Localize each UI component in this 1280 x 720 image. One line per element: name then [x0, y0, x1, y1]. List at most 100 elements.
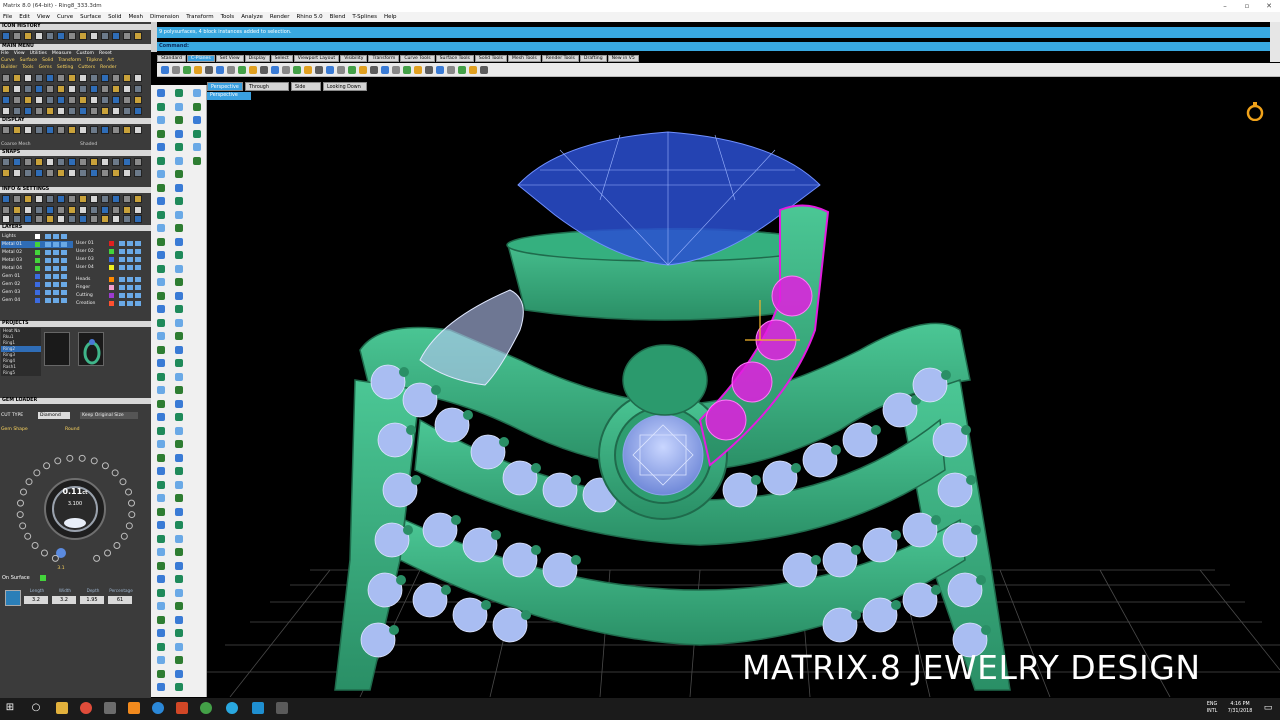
panel-tool-icon[interactable] [68, 126, 76, 134]
panel-tool-icon[interactable] [57, 85, 65, 93]
right-scroll-strip[interactable] [1270, 22, 1280, 62]
main-menu-row2[interactable]: Curve Surface Solid Transform Tilpkns Art [1, 57, 119, 64]
layer-row[interactable]: Cutting [75, 292, 149, 299]
side-tool-icon[interactable] [157, 89, 165, 97]
panel-tool-icon[interactable] [90, 32, 98, 40]
toolbar-icon[interactable] [260, 66, 268, 74]
layer-toggle-icon[interactable] [119, 285, 125, 290]
panel-tool-icon[interactable] [13, 32, 21, 40]
side-tool-icon[interactable] [157, 602, 165, 610]
taskbar-clock[interactable]: 4:16 PM 7/31/2018 [1223, 701, 1257, 715]
panel-tool-icon[interactable] [123, 74, 131, 82]
side-tool-icon[interactable] [175, 440, 183, 448]
side-tool-icon[interactable] [175, 669, 183, 678]
toolbar-icon[interactable] [282, 66, 290, 74]
main-menu-item[interactable]: Gems [39, 65, 52, 70]
panel-tool-icon[interactable] [123, 206, 131, 214]
main-menu-item[interactable]: Tilpkns [86, 58, 102, 63]
side-tool-icon[interactable] [175, 251, 183, 259]
layer-toggle-icon[interactable] [45, 250, 51, 255]
side-tool-icon[interactable] [157, 629, 165, 637]
main-menu-row1[interactable]: File View Utilities Measure Custom Reset [1, 50, 117, 57]
menu-item[interactable]: T-Splines [352, 14, 377, 20]
panel-tool-icon[interactable] [57, 74, 65, 82]
side-tool-icon[interactable] [157, 615, 165, 624]
menu-item[interactable]: Mesh [129, 14, 143, 20]
panel-tool-icon[interactable] [134, 206, 142, 214]
menu-item[interactable]: Analyze [241, 14, 263, 20]
side-tool-icon[interactable] [157, 116, 165, 124]
panel-tool-icon[interactable] [90, 215, 98, 223]
panel-tool-icon[interactable] [101, 215, 109, 223]
search-icon[interactable]: ○ [30, 702, 42, 714]
layers-header[interactable]: LAYERS [0, 225, 151, 231]
panel-tool-icon[interactable] [2, 96, 10, 104]
side-tool-icon[interactable] [157, 467, 165, 475]
main-menu-item[interactable]: Builder [1, 65, 17, 70]
side-tool-icon[interactable] [157, 237, 165, 246]
toolbar-tab[interactable]: C-Planes [186, 55, 215, 62]
side-tool-icon[interactable] [175, 89, 183, 97]
panel-tool-icon[interactable] [134, 126, 142, 134]
side-tool-icon[interactable] [175, 318, 183, 327]
layer-toggle-icon[interactable] [53, 266, 59, 271]
layer-color-swatch[interactable] [109, 293, 114, 298]
main-menu-item[interactable]: Cutters [78, 65, 95, 70]
side-tool-icon[interactable] [157, 332, 165, 340]
toolbar-icon[interactable] [414, 66, 422, 74]
layer-color-swatch[interactable] [109, 249, 114, 254]
main-menu-item[interactable]: Measure [52, 51, 72, 56]
panel-tool-icon[interactable] [46, 96, 54, 104]
layer-toggle-icon[interactable] [119, 249, 125, 254]
side-tool-icon[interactable] [157, 197, 165, 205]
side-tool-icon[interactable] [175, 575, 183, 583]
side-tool-icon[interactable] [175, 534, 183, 543]
panel-tool-icon[interactable] [24, 169, 32, 177]
panel-tool-icon[interactable] [57, 206, 65, 214]
side-tool-icon[interactable] [157, 224, 165, 232]
layer-color-swatch[interactable] [109, 285, 114, 290]
panel-tool-icon[interactable] [123, 107, 131, 115]
toolbar-tab[interactable]: Render Tools [541, 55, 579, 62]
side-tool-icon[interactable] [157, 507, 165, 516]
panel-tool-icon[interactable] [134, 195, 142, 203]
side-tool-icon[interactable] [157, 534, 165, 543]
side-tool-icon[interactable] [157, 440, 165, 448]
panel-tool-icon[interactable] [79, 126, 87, 134]
toolbar-icon[interactable] [249, 66, 257, 74]
toolbar-icon[interactable] [458, 66, 466, 74]
toolbar-tab[interactable]: New in V5 [607, 55, 639, 62]
panel-tool-icon[interactable] [46, 126, 54, 134]
layer-toggle-icon[interactable] [61, 250, 67, 255]
side-tool-icon[interactable] [157, 683, 165, 691]
panel-tool-icon[interactable] [101, 32, 109, 40]
panel-tool-icon[interactable] [101, 195, 109, 203]
side-tool-icon[interactable] [175, 372, 183, 381]
toolbar-icon[interactable] [381, 66, 389, 74]
panel-tool-icon[interactable] [112, 85, 120, 93]
side-tool-icon[interactable] [175, 143, 183, 151]
layer-toggle-icon[interactable] [135, 249, 141, 254]
layer-color-swatch[interactable] [35, 274, 40, 279]
toolbar-icon[interactable] [337, 66, 345, 74]
panel-tool-icon[interactable] [112, 158, 120, 166]
layer-row[interactable]: User 02 [75, 248, 149, 255]
side-tool-icon[interactable] [157, 561, 165, 570]
panel-tool-icon[interactable] [101, 74, 109, 82]
panel-tool-icon[interactable] [101, 158, 109, 166]
main-menu-item[interactable]: Surface [20, 58, 38, 63]
panel-tool-icon[interactable] [90, 195, 98, 203]
panel-tool-icon[interactable] [46, 107, 54, 115]
project-thumbnail-2[interactable] [78, 332, 104, 366]
panel-tool-icon[interactable] [68, 96, 76, 104]
panel-tool-icon[interactable] [112, 206, 120, 214]
toolbar-tab[interactable]: Select [270, 55, 293, 62]
side-tool-icon[interactable] [175, 183, 183, 192]
panel-tool-icon[interactable] [101, 126, 109, 134]
panel-tool-icon[interactable] [2, 206, 10, 214]
side-tool-icon[interactable] [157, 399, 165, 408]
chrome-icon[interactable] [80, 702, 92, 714]
layer-toggle-icon[interactable] [127, 241, 133, 246]
side-tool-icon[interactable] [175, 602, 183, 610]
panel-tool-icon[interactable] [57, 32, 65, 40]
